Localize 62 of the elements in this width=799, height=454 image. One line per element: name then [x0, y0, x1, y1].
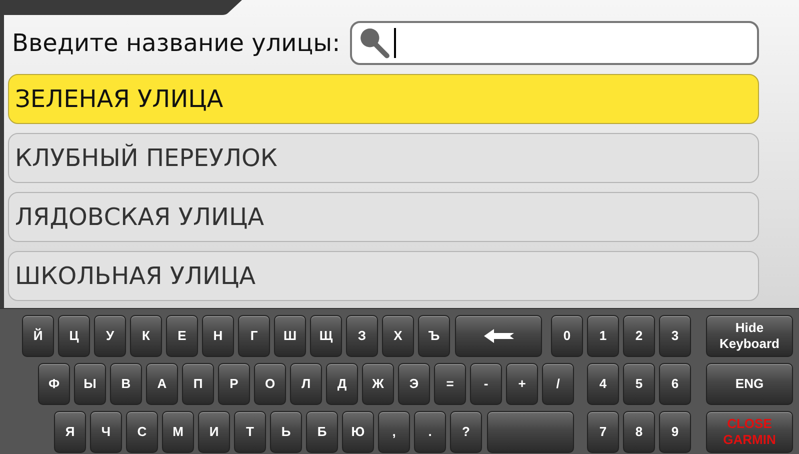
keyboard-key[interactable]: О: [254, 362, 286, 404]
backspace-key[interactable]: [455, 314, 542, 356]
keyboard-key[interactable]: ,: [378, 410, 410, 452]
keyboard-key[interactable]: Э: [398, 362, 430, 404]
digit-key[interactable]: 1: [587, 314, 619, 356]
keyboard-key[interactable]: Я: [54, 410, 86, 452]
keyboard-key[interactable]: ?: [450, 410, 482, 452]
keyboard-key[interactable]: А: [146, 362, 178, 404]
keyboard-key[interactable]: В: [110, 362, 142, 404]
keyboard-key[interactable]: Ь: [270, 410, 302, 452]
action-key[interactable]: Hide Keyboard: [706, 314, 793, 356]
keyboard-key[interactable]: Ъ: [418, 314, 450, 356]
text-cursor: [394, 28, 396, 58]
keyboard-key[interactable]: +: [506, 362, 538, 404]
keyboard-key[interactable]: =: [434, 362, 466, 404]
keyboard-key[interactable]: С: [126, 410, 158, 452]
digit-key[interactable]: 3: [659, 314, 691, 356]
keyboard-key[interactable]: И: [198, 410, 230, 452]
keyboard-key[interactable]: Л: [290, 362, 322, 404]
street-item[interactable]: ШКОЛЬНАЯ УЛИЦА: [8, 251, 759, 301]
space-key[interactable]: [487, 410, 574, 452]
keyboard-key[interactable]: Е: [166, 314, 198, 356]
keyboard-key[interactable]: Ж: [362, 362, 394, 404]
keyboard-key[interactable]: Б: [306, 410, 338, 452]
keyboard-key[interactable]: Ш: [274, 314, 306, 356]
keyboard-key[interactable]: Ю: [342, 410, 374, 452]
digit-key[interactable]: 0: [551, 314, 583, 356]
keyboard-key[interactable]: Н: [202, 314, 234, 356]
keyboard-key[interactable]: Ф: [38, 362, 70, 404]
keyboard-key[interactable]: У: [94, 314, 126, 356]
keyboard-key[interactable]: Д: [326, 362, 358, 404]
digit-key[interactable]: 6: [659, 362, 691, 404]
keyboard-key[interactable]: З: [346, 314, 378, 356]
search-label: Введите название улицы:: [11, 28, 340, 56]
keyboard-key[interactable]: М: [162, 410, 194, 452]
digit-key[interactable]: 4: [587, 362, 619, 404]
action-key[interactable]: ENG: [706, 362, 793, 404]
keyboard-key[interactable]: .: [414, 410, 446, 452]
search-icon: [358, 26, 392, 60]
street-item[interactable]: КЛУБНЫЙ ПЕРЕУЛОК: [8, 133, 759, 183]
keyboard-key[interactable]: /: [542, 362, 574, 404]
digit-key[interactable]: 5: [623, 362, 655, 404]
keyboard-key[interactable]: Ч: [90, 410, 122, 452]
keyboard-key[interactable]: Ц: [58, 314, 90, 356]
keyboard-key[interactable]: Х: [382, 314, 414, 356]
keyboard-key[interactable]: Г: [238, 314, 270, 356]
digit-key[interactable]: 9: [659, 410, 691, 452]
keyboard-key[interactable]: К: [130, 314, 162, 356]
keyboard-key[interactable]: Ы: [74, 362, 106, 404]
keyboard-key[interactable]: Щ: [310, 314, 342, 356]
keyboard-key[interactable]: Р: [218, 362, 250, 404]
keyboard-key[interactable]: П: [182, 362, 214, 404]
street-item[interactable]: ЗЕЛЕНАЯ УЛИЦА: [8, 74, 759, 124]
keyboard-key[interactable]: Т: [234, 410, 266, 452]
digit-key[interactable]: 7: [587, 410, 619, 452]
digit-key[interactable]: 2: [623, 314, 655, 356]
keyboard-key[interactable]: Й: [22, 314, 54, 356]
street-item[interactable]: ЛЯДОВСКАЯ УЛИЦА: [8, 192, 759, 242]
digit-key[interactable]: 8: [623, 410, 655, 452]
search-field[interactable]: [350, 20, 759, 64]
keyboard-key[interactable]: -: [470, 362, 502, 404]
left-arrow-icon: [484, 328, 514, 342]
